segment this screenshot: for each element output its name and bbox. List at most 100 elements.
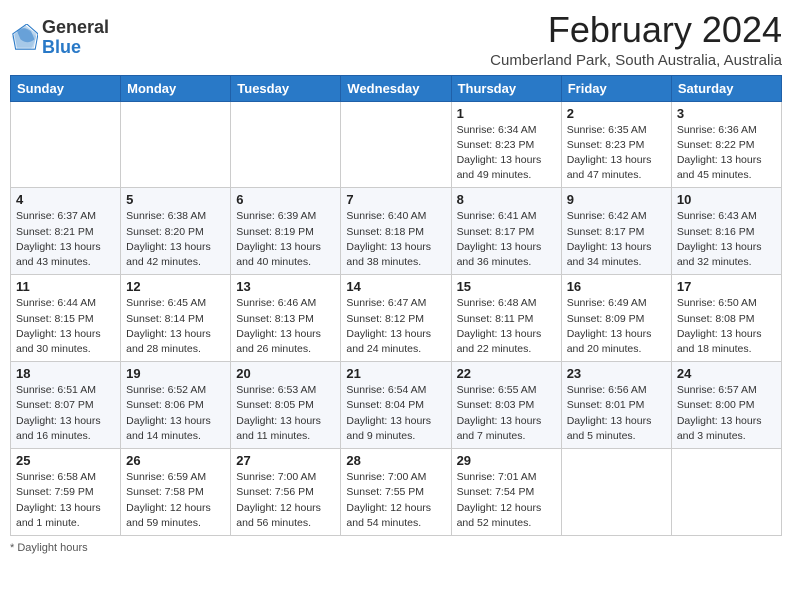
calendar-table: SundayMondayTuesdayWednesdayThursdayFrid… bbox=[10, 75, 782, 536]
day-info: Sunrise: 6:57 AM Sunset: 8:00 PM Dayligh… bbox=[677, 383, 776, 444]
calendar-cell: 5Sunrise: 6:38 AM Sunset: 8:20 PM Daylig… bbox=[121, 188, 231, 275]
day-number: 7 bbox=[346, 192, 445, 207]
calendar-cell: 29 Sunrise: 7:01 AM Sunset: 7:54 PM Dayli… bbox=[451, 449, 561, 536]
footer-note: * Daylight hours bbox=[10, 542, 782, 554]
calendar-cell: 11Sunrise: 6:44 AM Sunset: 8:15 PM Dayli… bbox=[11, 275, 121, 362]
calendar-cell bbox=[341, 101, 451, 188]
day-info: Sunrise: 6:39 AM Sunset: 8:19 PM Dayligh… bbox=[236, 209, 335, 270]
day-number: 1 bbox=[457, 106, 556, 121]
day-number: 8 bbox=[457, 192, 556, 207]
day-info: Sunrise: 6:47 AM Sunset: 8:12 PM Dayligh… bbox=[346, 296, 445, 357]
day-number: 25 bbox=[16, 453, 115, 468]
calendar-cell bbox=[121, 101, 231, 188]
day-info: Sunrise: 6:35 AM Sunset: 8:23 PM Dayligh… bbox=[567, 123, 666, 184]
calendar-cell: 6 Sunrise: 6:39 AM Sunset: 8:19 PM Daylig… bbox=[231, 188, 341, 275]
day-info: Sunrise: 7:00 AM Sunset: 7:55 PM Dayligh… bbox=[346, 470, 445, 531]
logo: General Blue bbox=[10, 10, 109, 66]
calendar-cell: 16 Sunrise: 6:49 AM Sunset: 8:09 PM Dayli… bbox=[561, 275, 671, 362]
header-row: SundayMondayTuesdayWednesdayThursdayFrid… bbox=[11, 75, 782, 101]
day-number: 26 bbox=[126, 453, 225, 468]
day-header-sunday: Sunday bbox=[11, 75, 121, 101]
day-number: 2 bbox=[567, 106, 666, 121]
day-info: Sunrise: 7:00 AM Sunset: 7:56 PM Dayligh… bbox=[236, 470, 335, 531]
day-info: Sunrise: 6:37 AM Sunset: 8:21 PM Dayligh… bbox=[16, 209, 115, 270]
calendar-cell: 23Sunrise: 6:56 AM Sunset: 8:01 PM Dayli… bbox=[561, 362, 671, 449]
day-number: 13 bbox=[236, 279, 335, 294]
day-info: Sunrise: 6:42 AM Sunset: 8:17 PM Dayligh… bbox=[567, 209, 666, 270]
calendar-cell: 3 Sunrise: 6:36 AM Sunset: 8:22 PM Daylig… bbox=[671, 101, 781, 188]
day-number: 12 bbox=[126, 279, 225, 294]
day-info: Sunrise: 6:59 AM Sunset: 7:58 PM Dayligh… bbox=[126, 470, 225, 531]
day-number: 20 bbox=[236, 366, 335, 381]
calendar-cell: 25 Sunrise: 6:58 AM Sunset: 7:59 PM Dayli… bbox=[11, 449, 121, 536]
calendar-cell bbox=[671, 449, 781, 536]
day-header-thursday: Thursday bbox=[451, 75, 561, 101]
calendar-cell: 2 Sunrise: 6:35 AM Sunset: 8:23 PM Daylig… bbox=[561, 101, 671, 188]
location-title: Cumberland Park, South Australia, Austra… bbox=[490, 52, 782, 69]
day-number: 10 bbox=[677, 192, 776, 207]
day-number: 18 bbox=[16, 366, 115, 381]
calendar-cell: 1Sunrise: 6:34 AM Sunset: 8:23 PM Daylig… bbox=[451, 101, 561, 188]
calendar-cell: 13 Sunrise: 6:46 AM Sunset: 8:13 PM Dayli… bbox=[231, 275, 341, 362]
calendar-cell: 14 Sunrise: 6:47 AM Sunset: 8:12 PM Dayli… bbox=[341, 275, 451, 362]
header: General Blue February 2024 Cumberland Pa… bbox=[10, 10, 782, 69]
calendar-cell: 12 Sunrise: 6:45 AM Sunset: 8:14 PM Dayli… bbox=[121, 275, 231, 362]
day-info: Sunrise: 6:51 AM Sunset: 8:07 PM Dayligh… bbox=[16, 383, 115, 444]
day-number: 28 bbox=[346, 453, 445, 468]
day-info: Sunrise: 6:36 AM Sunset: 8:22 PM Dayligh… bbox=[677, 123, 776, 184]
month-title: February 2024 bbox=[490, 10, 782, 50]
day-info: Sunrise: 6:48 AM Sunset: 8:11 PM Dayligh… bbox=[457, 296, 556, 357]
day-number: 9 bbox=[567, 192, 666, 207]
calendar-cell: 8 Sunrise: 6:41 AM Sunset: 8:17 PM Daylig… bbox=[451, 188, 561, 275]
day-info: Sunrise: 7:01 AM Sunset: 7:54 PM Dayligh… bbox=[457, 470, 556, 531]
day-number: 21 bbox=[346, 366, 445, 381]
day-number: 22 bbox=[457, 366, 556, 381]
calendar-cell: 17 Sunrise: 6:50 AM Sunset: 8:08 PM Dayli… bbox=[671, 275, 781, 362]
day-number: 17 bbox=[677, 279, 776, 294]
day-header-wednesday: Wednesday bbox=[341, 75, 451, 101]
calendar-cell: 26 Sunrise: 6:59 AM Sunset: 7:58 PM Dayli… bbox=[121, 449, 231, 536]
day-number: 3 bbox=[677, 106, 776, 121]
day-info: Sunrise: 6:40 AM Sunset: 8:18 PM Dayligh… bbox=[346, 209, 445, 270]
logo-icon bbox=[10, 24, 38, 52]
calendar-cell: 24 Sunrise: 6:57 AM Sunset: 8:00 PM Dayli… bbox=[671, 362, 781, 449]
day-info: Sunrise: 6:55 AM Sunset: 8:03 PM Dayligh… bbox=[457, 383, 556, 444]
day-header-saturday: Saturday bbox=[671, 75, 781, 101]
day-number: 24 bbox=[677, 366, 776, 381]
day-info: Sunrise: 6:58 AM Sunset: 7:59 PM Dayligh… bbox=[16, 470, 115, 531]
calendar-cell bbox=[11, 101, 121, 188]
calendar-cell: 18 Sunrise: 6:51 AM Sunset: 8:07 PM Dayli… bbox=[11, 362, 121, 449]
calendar-cell: 10 Sunrise: 6:43 AM Sunset: 8:16 PM Dayli… bbox=[671, 188, 781, 275]
day-number: 6 bbox=[236, 192, 335, 207]
day-info: Sunrise: 6:49 AM Sunset: 8:09 PM Dayligh… bbox=[567, 296, 666, 357]
day-info: Sunrise: 6:46 AM Sunset: 8:13 PM Dayligh… bbox=[236, 296, 335, 357]
day-info: Sunrise: 6:44 AM Sunset: 8:15 PM Dayligh… bbox=[16, 296, 115, 357]
day-info: Sunrise: 6:52 AM Sunset: 8:06 PM Dayligh… bbox=[126, 383, 225, 444]
week-row-3: 18 Sunrise: 6:51 AM Sunset: 8:07 PM Dayli… bbox=[11, 362, 782, 449]
day-number: 23 bbox=[567, 366, 666, 381]
calendar-cell: 20 Sunrise: 6:53 AM Sunset: 8:05 PM Dayli… bbox=[231, 362, 341, 449]
day-info: Sunrise: 6:50 AM Sunset: 8:08 PM Dayligh… bbox=[677, 296, 776, 357]
day-number: 15 bbox=[457, 279, 556, 294]
calendar-cell bbox=[561, 449, 671, 536]
day-number: 4 bbox=[16, 192, 115, 207]
week-row-2: 11Sunrise: 6:44 AM Sunset: 8:15 PM Dayli… bbox=[11, 275, 782, 362]
calendar-cell: 7 Sunrise: 6:40 AM Sunset: 8:18 PM Daylig… bbox=[341, 188, 451, 275]
week-row-4: 25 Sunrise: 6:58 AM Sunset: 7:59 PM Dayli… bbox=[11, 449, 782, 536]
day-info: Sunrise: 6:53 AM Sunset: 8:05 PM Dayligh… bbox=[236, 383, 335, 444]
day-info: Sunrise: 6:45 AM Sunset: 8:14 PM Dayligh… bbox=[126, 296, 225, 357]
calendar-cell: 21Sunrise: 6:54 AM Sunset: 8:04 PM Dayli… bbox=[341, 362, 451, 449]
day-info: Sunrise: 6:43 AM Sunset: 8:16 PM Dayligh… bbox=[677, 209, 776, 270]
title-area: February 2024 Cumberland Park, South Aus… bbox=[490, 10, 782, 69]
day-number: 14 bbox=[346, 279, 445, 294]
day-number: 5 bbox=[126, 192, 225, 207]
calendar-cell bbox=[231, 101, 341, 188]
calendar-cell: 22 Sunrise: 6:55 AM Sunset: 8:03 PM Dayli… bbox=[451, 362, 561, 449]
day-number: 29 bbox=[457, 453, 556, 468]
week-row-1: 4 Sunrise: 6:37 AM Sunset: 8:21 PM Daylig… bbox=[11, 188, 782, 275]
day-number: 16 bbox=[567, 279, 666, 294]
day-header-tuesday: Tuesday bbox=[231, 75, 341, 101]
day-info: Sunrise: 6:41 AM Sunset: 8:17 PM Dayligh… bbox=[457, 209, 556, 270]
calendar-cell: 27Sunrise: 7:00 AM Sunset: 7:56 PM Dayli… bbox=[231, 449, 341, 536]
calendar-cell: 9 Sunrise: 6:42 AM Sunset: 8:17 PM Daylig… bbox=[561, 188, 671, 275]
